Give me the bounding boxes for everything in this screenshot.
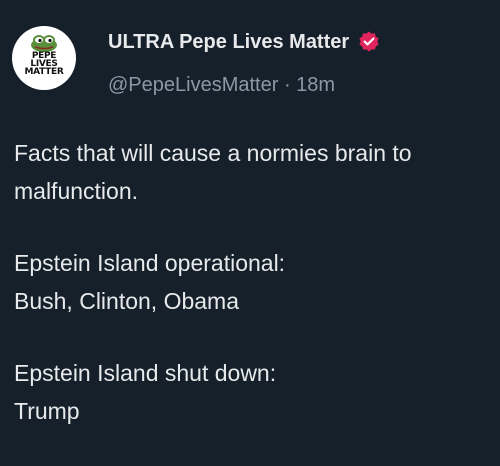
tweet-line: Epstein Island operational: xyxy=(14,250,286,276)
avatar-label: PEPE LIVES MATTER xyxy=(24,52,64,77)
tweet-card: PEPE LIVES MATTER ULTRA Pepe Lives Matte… xyxy=(0,0,500,466)
verified-badge-icon xyxy=(359,31,379,52)
tweet-paragraph: Facts that will cause a normies brain to… xyxy=(14,134,494,210)
author-handle[interactable]: @PepeLivesMatter xyxy=(108,74,278,96)
tweet-line: Bush, Clinton, Obama xyxy=(14,288,240,314)
tweet-paragraph: Epstein Island shut down: Trump xyxy=(14,354,494,430)
tweet-text: Facts that will cause a normies brain to… xyxy=(14,134,494,464)
author-name-row: ULTRA Pepe Lives Matter xyxy=(108,30,381,54)
tweet-paragraph: Epstein Island operational: Bush, Clinto… xyxy=(14,244,494,320)
avatar[interactable]: PEPE LIVES MATTER xyxy=(12,26,76,90)
avatar-label-line: MATTER xyxy=(24,67,64,77)
author-handle-row: @PepeLivesMatter · 18m xyxy=(108,74,335,97)
tweet-line: Epstein Island shut down: xyxy=(14,360,277,386)
tweet-line: Trump xyxy=(14,398,80,424)
tweet-line: Facts that will cause a normies brain to xyxy=(14,140,412,166)
author-display-name[interactable]: ULTRA Pepe Lives Matter xyxy=(108,31,349,54)
pepe-frog-icon xyxy=(31,35,57,52)
timestamp[interactable]: 18m xyxy=(296,74,335,96)
meta-separator: · xyxy=(278,74,297,96)
tweet-line: malfunction. xyxy=(14,178,139,204)
